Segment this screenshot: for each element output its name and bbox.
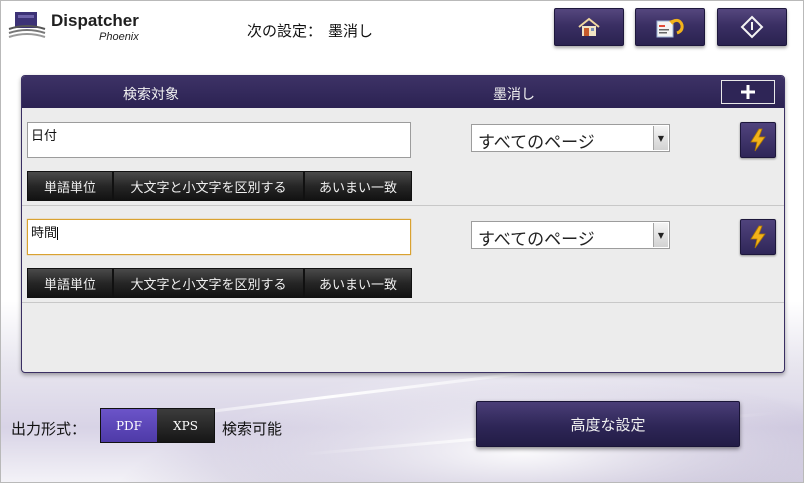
match-options: 単語単位 大文字と小文字を区別する あいまい一致 bbox=[27, 171, 412, 201]
text-caret bbox=[57, 227, 59, 240]
lightning-bolt-icon bbox=[750, 225, 766, 249]
app-logo: Dispatcher Phoenix bbox=[7, 9, 187, 45]
next-setting: 次の設定： 墨消し bbox=[247, 20, 373, 41]
next-setting-value: 墨消し bbox=[328, 22, 374, 40]
dropdown-arrow-icon[interactable]: ▼ bbox=[653, 126, 668, 150]
plus-icon bbox=[741, 85, 755, 99]
home-icon bbox=[578, 17, 600, 36]
lightning-bolt-icon bbox=[750, 128, 766, 152]
logo-mark-icon bbox=[8, 12, 46, 38]
panel-header: 検索対象 墨消し bbox=[22, 76, 784, 108]
app-name: Dispatcher bbox=[51, 11, 139, 30]
page-scope-value: すべてのページ bbox=[478, 230, 595, 250]
next-setting-label: 次の設定： bbox=[247, 22, 323, 40]
searchable-label: 検索可能 bbox=[222, 420, 283, 438]
search-term-input[interactable]: 日付 bbox=[27, 122, 411, 158]
fuzzy-match-toggle[interactable]: あいまい一致 bbox=[304, 268, 412, 298]
search-term-input[interactable]: 時間 bbox=[27, 219, 411, 255]
add-row-button[interactable] bbox=[721, 80, 775, 104]
start-diamond-icon bbox=[740, 15, 764, 39]
column-header-search-target: 検索対象 bbox=[123, 87, 179, 103]
case-sensitive-toggle[interactable]: 大文字と小文字を区別する bbox=[113, 171, 304, 201]
match-options: 単語単位 大文字と小文字を区別する あいまい一致 bbox=[27, 268, 412, 298]
apply-redaction-button[interactable] bbox=[740, 219, 776, 255]
page-scope-select[interactable]: すべてのページ ▼ bbox=[471, 124, 670, 153]
whole-word-toggle[interactable]: 単語単位 bbox=[27, 268, 113, 298]
format-pdf-button[interactable]: PDF bbox=[101, 409, 157, 442]
apply-redaction-button[interactable] bbox=[740, 122, 776, 158]
search-row: 時間 すべてのページ ▼ 単語単位 大文字と小文字を区別する あいまい一致 bbox=[22, 206, 784, 303]
page-scope-value: すべてのページ bbox=[478, 133, 595, 153]
column-header-redaction: 墨消し bbox=[493, 87, 535, 103]
format-xps-button[interactable]: XPS bbox=[157, 409, 214, 442]
search-term-value: 日付 bbox=[31, 129, 58, 144]
dropdown-arrow-icon[interactable]: ▼ bbox=[653, 223, 668, 247]
whole-word-toggle[interactable]: 単語単位 bbox=[27, 171, 113, 201]
case-sensitive-toggle[interactable]: 大文字と小文字を区別する bbox=[113, 268, 304, 298]
form-undo-icon bbox=[656, 18, 684, 38]
edit-back-button[interactable] bbox=[635, 8, 705, 46]
page-scope-select[interactable]: すべてのページ ▼ bbox=[471, 221, 670, 250]
start-button[interactable] bbox=[717, 8, 787, 46]
output-format-label: 出力形式： bbox=[11, 420, 87, 438]
redaction-panel: 検索対象 墨消し 日付 すべてのページ ▼ 単語単位 大文字と小文字を区別する … bbox=[21, 75, 785, 373]
search-row: 日付 すべてのページ ▼ 単語単位 大文字と小文字を区別する あいまい一致 bbox=[22, 109, 784, 206]
output-format-toggle: PDF XPS bbox=[100, 408, 215, 443]
search-term-value: 時間 bbox=[31, 226, 58, 241]
advanced-settings-button[interactable]: 高度な設定 bbox=[476, 401, 740, 447]
app-subname: Phoenix bbox=[99, 31, 139, 43]
fuzzy-match-toggle[interactable]: あいまい一致 bbox=[304, 171, 412, 201]
home-button[interactable] bbox=[554, 8, 624, 46]
